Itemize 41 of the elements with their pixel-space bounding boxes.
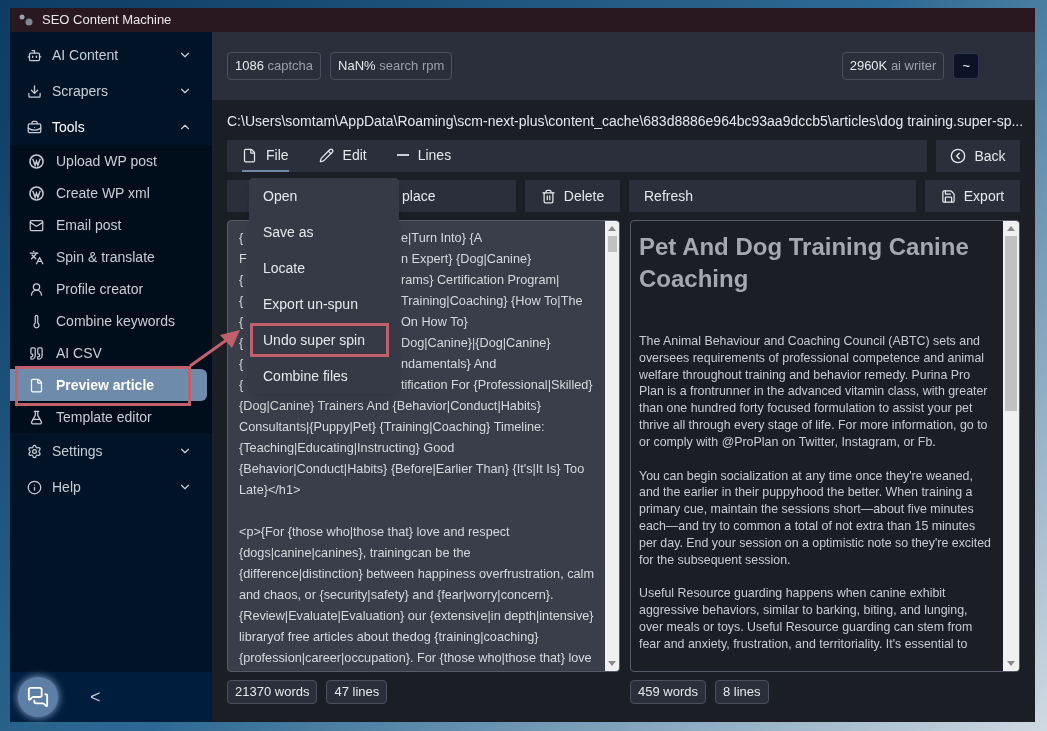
code-text: tification For {Professional|Skilled} (401, 377, 593, 394)
code-text: Training|Coaching} {How To|The (401, 293, 583, 310)
code-text: {profession|career|occupation}. For {those who|those that} love (239, 650, 593, 667)
code-text: {dogs|canine|canines}, trainingcan be the (239, 545, 472, 562)
code-text: { (239, 377, 244, 394)
code-text: {Behavior|Conduct|Habits} {Before|Earlier Than} {It's|It Is} Too (239, 461, 586, 478)
article-title: Pet And Dog Training Canine Coaching (639, 232, 970, 294)
code-text: <p>{For {those who|those that} love and respect (239, 524, 511, 541)
code-text: { (239, 272, 244, 289)
code-text: ndamentals} And (401, 356, 497, 373)
code-text: {difference|distinction} between happiness overfrustration, calm (239, 566, 595, 583)
code-text: and chaos, or {security|safety} and {fear|worry|concern}. (239, 587, 555, 604)
window-title: SEO Content Machine (42, 11, 172, 30)
code-text: { (239, 335, 244, 352)
code-text: rams} Certification Program| (401, 272, 560, 289)
code-text: Dog|Canine}|{Dog|Canine} (401, 335, 551, 352)
article-paragraph: You can begin socialization at any time once they're weaned, and the earlier in their puppyhood the better. When training a primary cue, maintain the sessions short—about five minutes each—and try to common a total of not extra than 15 minutes per day. End your session on a optimistic note so they're excited for the subsequent session. (639, 467, 992, 569)
stat-chip: 2960K ai writer (841, 52, 945, 80)
code-text: e|Turn Into} {A (401, 230, 483, 247)
code-text: F (239, 251, 247, 268)
code-text: { (239, 293, 244, 310)
code-text: {Teaching|Educating|Instructing} Good (239, 440, 456, 457)
code-text: Late}</h1> (239, 482, 302, 499)
code-text: n Expert} {Dog|Canine} (401, 251, 532, 268)
code-text: {Review|Evaluate|Evaluation} our {extensive|in depth|intensive} (239, 608, 595, 625)
article-paragraph: Useful Resource guarding happens when canine exhibit aggressive behaviors, similar to barking, biting, and lunging, over meals or toys. Useful Resource guarding can stem from fear and anxiety, frustration, and territoriality. It's essential to (639, 585, 974, 653)
code-text: {Dog|Canine} Trainers And {Behavior|Conduct|Habits} (239, 398, 542, 415)
code-text: libraryof free articles about thedog {training|coaching} (239, 629, 540, 646)
stat-chip: NaN% search rpm (330, 52, 453, 80)
code-text: Consultants|{Puppy|Pet} {Training|Coaching} Timeline: (239, 419, 546, 436)
stat-chip: 1086 captcha (227, 52, 322, 80)
count-chip: 8 lines (715, 680, 769, 704)
file-path: C:\Users\somtam\AppData\Roaming\scm-next-plus\content_cache\683d8886e964bc93aa9dccb5\articles\dog training.super-sp... (227, 112, 1020, 131)
code-text: { (239, 356, 244, 373)
code-text: On How To} (401, 314, 468, 331)
code-text: { (239, 314, 244, 331)
code-text: { (239, 230, 244, 247)
count-chip: 47 lines (326, 680, 388, 704)
article-paragraph: The Animal Behaviour and Coaching Council (ABTC) sets and oversees requirements of professional competence and animal welfare throughout training and behavior remedy. Purina Pro Plan is a frontrunner in the advanced vitamin class, with greater than one hundred forty focused formulation to assist your pet thrive all through every stage of life. For more information, go to or comply with @ProPlan on Twitter, Instagram, or Fb. (639, 333, 989, 451)
count-chip: 459 words (630, 680, 706, 704)
count-chip: 21370 words (227, 680, 318, 704)
